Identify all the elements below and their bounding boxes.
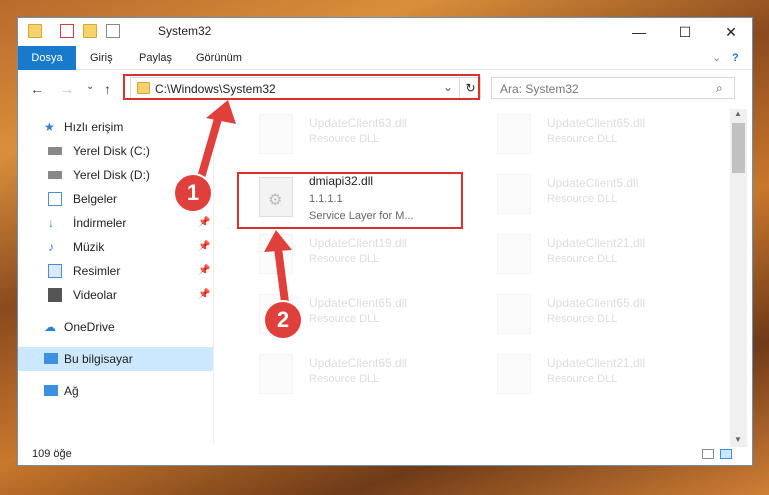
step-1-badge: 1 (173, 173, 213, 213)
annotation-arrows (194, 100, 292, 314)
step-2-badge: 2 (263, 300, 303, 340)
arrow-1-head (206, 100, 236, 124)
arrow-2-head (264, 230, 292, 252)
